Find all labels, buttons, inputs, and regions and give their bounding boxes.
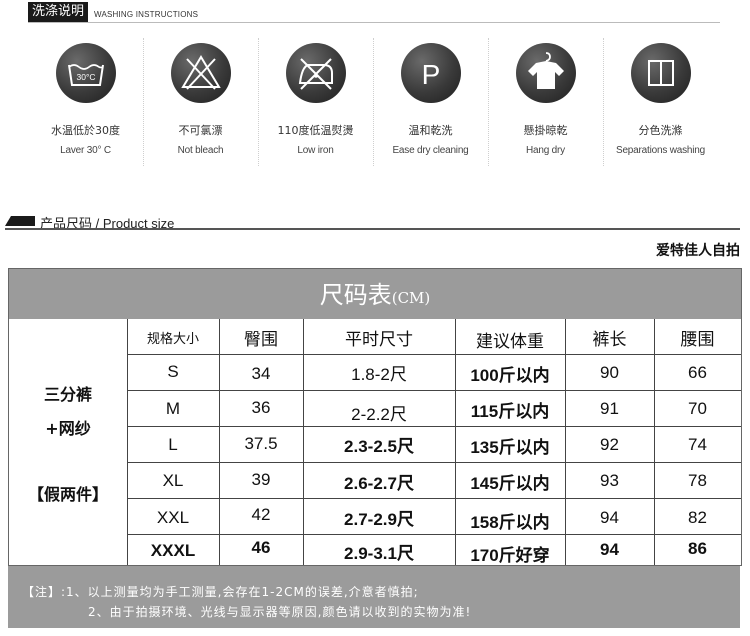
header-weight: 建议体重 bbox=[476, 332, 544, 352]
wash-item-hang-dry: 懸掛晾乾 Hang dry bbox=[488, 38, 603, 178]
header-hip: 臀围 bbox=[244, 330, 278, 350]
row-divider bbox=[127, 534, 741, 535]
row-divider bbox=[127, 462, 741, 463]
washing-tag-cn: 洗涤说明 bbox=[28, 2, 89, 22]
wash-item-label-en: Low iron bbox=[297, 145, 334, 156]
header-length: 裤长 bbox=[592, 330, 627, 350]
table-cell: 1.8-2尺 bbox=[351, 365, 407, 384]
dry-clean-icon: P bbox=[401, 43, 461, 103]
wash-item-label-cn: 温和乾洗 bbox=[408, 124, 453, 137]
product-line-cell: 三分裤 +网纱 【假两件】 bbox=[9, 319, 128, 565]
size-table-grid: 三分裤 +网纱 【假两件】 规格大小 臀围 平时尺寸 建议体重 裤长 腰围 S … bbox=[9, 319, 741, 565]
table-cell: 2.6-2.7尺 bbox=[344, 474, 414, 493]
table-cell: 94 bbox=[600, 508, 619, 527]
washing-divider bbox=[28, 22, 720, 23]
wash-item-30: 30°C 水温低於30度 Laver 30° C bbox=[28, 38, 143, 178]
notes-box: 【注】:1、以上测量均为手工测量,会存在1-2CM的误差,介意者慎拍; 2、由于… bbox=[8, 566, 740, 628]
table-cell: 74 bbox=[688, 435, 707, 454]
wash-item-label-en: Separations washing bbox=[615, 145, 706, 156]
table-cell: 135斤以内 bbox=[470, 438, 550, 457]
header-size: 规格大小 bbox=[146, 332, 199, 347]
table-cell: XXXL bbox=[150, 541, 196, 560]
table-cell: 90 bbox=[600, 363, 619, 382]
row-divider bbox=[127, 498, 741, 499]
washing-header: 洗涤说明 WASHING INSTRUCTIONS bbox=[0, 0, 750, 30]
wash-item-separate: 分色洗滌 Separations washing bbox=[603, 38, 718, 178]
hang-dry-icon bbox=[516, 43, 576, 103]
row-divider bbox=[127, 390, 741, 391]
wash-item-label-cn: 懸掛晾乾 bbox=[523, 124, 568, 137]
wash-item-no-bleach: 不可氯漂 Not bleach bbox=[143, 38, 258, 178]
table-cell: 158斤以内 bbox=[470, 513, 550, 532]
table-cell: L bbox=[168, 435, 178, 454]
wash-item-label-en: Ease dry cleaning bbox=[392, 145, 469, 156]
table-cell: 36 bbox=[251, 398, 271, 417]
header-usual-size: 平时尺寸 bbox=[345, 330, 413, 350]
table-cell: 66 bbox=[688, 363, 707, 382]
low-iron-icon bbox=[286, 43, 346, 103]
table-cell: 2.7-2.9尺 bbox=[344, 510, 414, 529]
washing-tag-en: WASHING INSTRUCTIONS bbox=[94, 10, 199, 19]
table-cell: M bbox=[165, 399, 181, 418]
table-cell: 82 bbox=[688, 508, 707, 527]
table-cell: 78 bbox=[688, 471, 707, 490]
table-cell: 86 bbox=[688, 539, 707, 558]
wash-item-label-cn: 水温低於30度 bbox=[51, 124, 120, 137]
table-cell: 2.3-2.5尺 bbox=[344, 437, 414, 456]
row-divider bbox=[127, 354, 741, 355]
table-cell: 37.5 bbox=[244, 434, 278, 453]
row-divider bbox=[127, 426, 741, 427]
table-cell: 170斤好穿 bbox=[470, 546, 550, 565]
table-cell: 91 bbox=[600, 399, 619, 418]
note-line-1: 【注】:1、以上测量均为手工测量,会存在1-2CM的误差,介意者慎拍; bbox=[22, 585, 419, 599]
table-cell: 70 bbox=[688, 399, 707, 418]
product-line-1: 三分裤 bbox=[43, 385, 92, 404]
size-table-title: 尺码表(CM) bbox=[9, 269, 741, 319]
separate-wash-icon bbox=[631, 43, 691, 103]
size-table: 尺码表(CM) 三分裤 +网纱 【假两件】 规格大小 臀围 平时尺寸 建议体重 … bbox=[8, 268, 742, 566]
table-cell: 39 bbox=[251, 470, 271, 489]
product-line-3: 【假两件】 bbox=[27, 485, 108, 504]
header-waist: 腰围 bbox=[680, 330, 715, 350]
table-cell: XXL bbox=[156, 508, 190, 527]
table-cell: 115斤以内 bbox=[470, 402, 550, 421]
table-cell: 93 bbox=[600, 471, 619, 490]
wash-item-label-cn: 分色洗滌 bbox=[638, 124, 683, 137]
table-cell: 34 bbox=[251, 364, 271, 383]
product-line-2: +网纱 bbox=[45, 419, 91, 438]
wash-item-label-en: Not bleach bbox=[177, 145, 224, 156]
table-cell: 145斤以内 bbox=[470, 474, 550, 493]
wash-30-badge: 30°C bbox=[77, 72, 96, 82]
no-bleach-icon bbox=[171, 43, 231, 103]
table-cell: 94 bbox=[600, 540, 619, 559]
table-cell: XL bbox=[162, 471, 184, 490]
size-table-unit: (CM) bbox=[391, 289, 431, 307]
table-cell: 46 bbox=[251, 538, 271, 557]
wash-item-label-en: Laver 30° C bbox=[60, 145, 111, 156]
wash-item-label-en: Hang dry bbox=[526, 145, 565, 156]
table-cell: 2-2.2尺 bbox=[351, 405, 407, 424]
wash-item-label-cn: 不可氯漂 bbox=[178, 124, 223, 137]
table-cell: 2.9-3.1尺 bbox=[344, 544, 414, 563]
washing-icons-row: 30°C 水温低於30度 Laver 30° C 不可氯漂 Not bleach bbox=[28, 38, 720, 178]
brand-label: 爱特佳人自拍 bbox=[656, 243, 740, 259]
table-cell: S bbox=[167, 362, 179, 381]
wash-item-label-cn: 110度低温熨燙 bbox=[277, 124, 354, 137]
dry-clean-badge: P bbox=[422, 59, 441, 90]
wash-item-low-iron: 110度低温熨燙 Low iron bbox=[258, 38, 373, 178]
section-marker-icon bbox=[5, 216, 35, 226]
table-cell: 92 bbox=[600, 435, 619, 454]
wash-30-icon: 30°C bbox=[56, 43, 116, 103]
wash-item-dry-clean: P 温和乾洗 Ease dry cleaning bbox=[373, 38, 488, 178]
product-size-divider bbox=[5, 228, 740, 230]
note-line-2: 2、由于拍摄环境、光线与显示器等原因,颜色请以收到的实物为准! bbox=[88, 605, 472, 619]
table-cell: 42 bbox=[251, 505, 271, 524]
size-table-title-text: 尺码表 bbox=[319, 281, 392, 309]
table-cell: 100斤以内 bbox=[470, 366, 550, 385]
